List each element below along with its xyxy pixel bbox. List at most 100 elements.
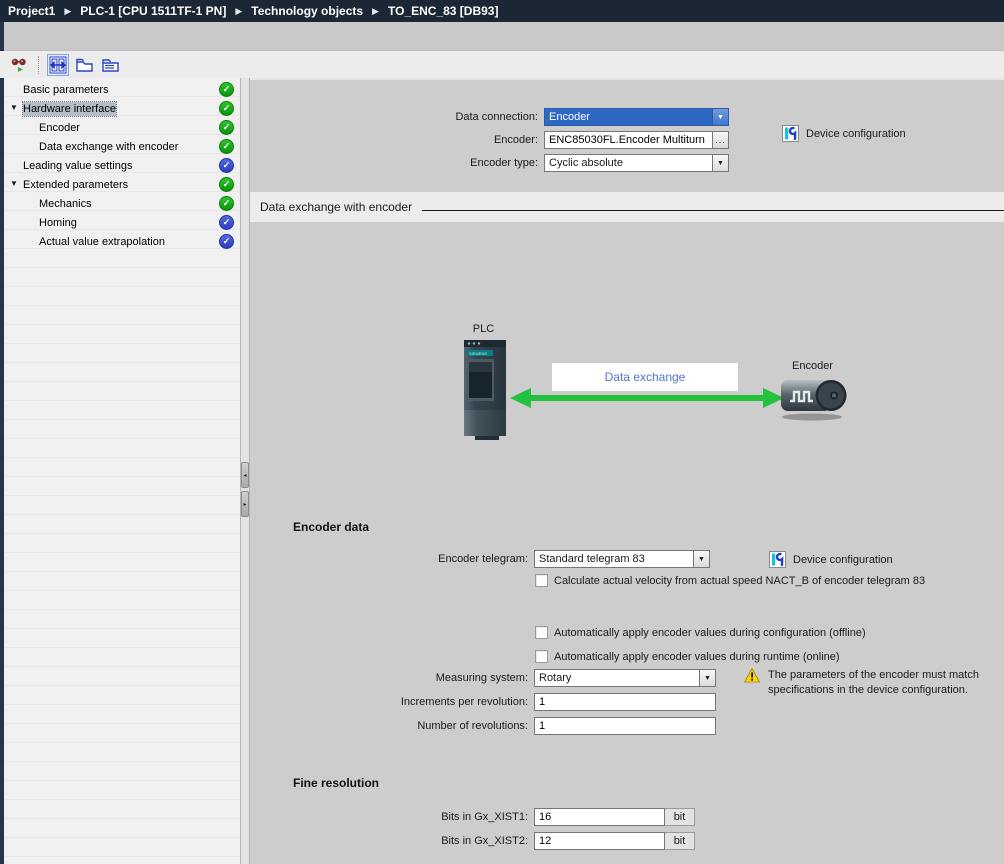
tree-item-label: Extended parameters bbox=[4, 179, 128, 191]
open-all-folders-icon[interactable] bbox=[73, 54, 95, 76]
status-ok-icon: ✓ bbox=[219, 82, 234, 97]
encoder-telegram-select[interactable]: Standard telegram 83 ▼ bbox=[534, 550, 710, 568]
tia-portal-window: Project1 ▶ PLC-1 [CPU 1511TF-1 PN] ▶ Tec… bbox=[0, 0, 1004, 864]
revolutions-field[interactable] bbox=[534, 717, 716, 735]
parameter-navigation-tree: Basic parameters ✓ ▼ Hardware interface … bbox=[4, 78, 240, 864]
function-view-goggles-icon[interactable] bbox=[8, 54, 30, 76]
revolutions-label: Number of revolutions: bbox=[250, 720, 534, 732]
tree-item-actual-value-extrapolation[interactable]: Actual value extrapolation ✓ bbox=[4, 232, 240, 251]
bits-xist1-field[interactable] bbox=[534, 808, 665, 826]
warning-icon bbox=[744, 668, 760, 683]
encoder-caption: Encoder bbox=[775, 360, 850, 372]
apply-offline-checkbox-row: Automatically apply encoder values durin… bbox=[535, 626, 866, 639]
tree-item-encoder[interactable]: Encoder ✓ bbox=[4, 118, 240, 137]
breadcrumb-project[interactable]: Project1 bbox=[8, 4, 55, 18]
svg-text:SIEMENS: SIEMENS bbox=[469, 351, 487, 356]
encoder-warning: The parameters of the encoder must match… bbox=[744, 668, 1004, 698]
breadcrumb-to-enc[interactable]: TO_ENC_83 [DB93] bbox=[388, 4, 498, 18]
toolbar-separator bbox=[38, 56, 39, 74]
pane-splitter[interactable]: ◂ ▸ bbox=[240, 78, 250, 864]
bits-xist1-unit: bit bbox=[665, 808, 695, 826]
split-editor-icon[interactable] bbox=[47, 54, 69, 76]
tree-item-homing[interactable]: Homing ✓ bbox=[4, 213, 240, 232]
tree-item-extended-parameters[interactable]: ▼ Extended parameters ✓ bbox=[4, 175, 240, 194]
bits-xist2-unit: bit bbox=[665, 832, 695, 850]
calc-velocity-label: Calculate actual velocity from actual sp… bbox=[554, 575, 925, 587]
bits-xist2-label: Bits in Gx_XIST2: bbox=[250, 835, 534, 847]
apply-offline-label: Automatically apply encoder values durin… bbox=[554, 627, 866, 639]
tree-item-label: Actual value extrapolation bbox=[4, 236, 165, 248]
device-configuration-icon bbox=[782, 125, 799, 142]
encoder-type-label: Encoder type: bbox=[250, 157, 544, 169]
tree-item-label: Encoder bbox=[4, 122, 80, 134]
splitter-collapse-right-handle[interactable]: ▸ bbox=[241, 491, 249, 517]
tree-item-label: Basic parameters bbox=[4, 84, 109, 96]
increments-field[interactable] bbox=[534, 693, 716, 711]
breadcrumb-separator-icon: ▶ bbox=[235, 5, 242, 17]
encoder-field[interactable] bbox=[544, 131, 713, 149]
device-configuration-link-2[interactable]: Device configuration bbox=[769, 551, 893, 568]
status-info-icon: ✓ bbox=[219, 158, 234, 173]
apply-online-checkbox[interactable] bbox=[535, 650, 548, 663]
chevron-left-icon: ◂ bbox=[243, 472, 246, 479]
data-connection-label: Data connection: bbox=[250, 111, 544, 123]
breadcrumb-separator-icon: ▶ bbox=[372, 5, 379, 17]
measuring-system-select[interactable]: Rotary ▼ bbox=[534, 669, 716, 687]
breadcrumb-technology-objects[interactable]: Technology objects bbox=[251, 4, 363, 18]
encoder-label: Encoder: bbox=[250, 134, 544, 146]
plc-illustration: SIEMENS bbox=[455, 339, 513, 441]
browse-button[interactable]: ... bbox=[713, 131, 729, 149]
status-ok-icon: ✓ bbox=[219, 101, 234, 116]
calc-velocity-checkbox-row: Calculate actual velocity from actual sp… bbox=[535, 574, 925, 587]
chevron-down-icon[interactable]: ▼ bbox=[712, 109, 728, 125]
calc-velocity-checkbox[interactable] bbox=[535, 574, 548, 587]
section-title: Data exchange with encoder bbox=[260, 200, 412, 214]
encoder-telegram-label: Encoder telegram: bbox=[250, 553, 534, 565]
data-exchange-content: PLC SIEMENS bbox=[250, 222, 1004, 864]
chevron-down-icon[interactable]: ▼ bbox=[712, 155, 728, 171]
tree-item-label: Mechanics bbox=[4, 198, 92, 210]
section-rule bbox=[422, 210, 1004, 211]
tree-item-basic-parameters[interactable]: Basic parameters ✓ bbox=[4, 80, 240, 99]
encoder-illustration bbox=[778, 374, 848, 422]
status-ok-icon: ✓ bbox=[219, 177, 234, 192]
expander-down-icon[interactable]: ▼ bbox=[10, 103, 21, 112]
chevron-down-icon[interactable]: ▼ bbox=[693, 551, 709, 567]
encoder-telegram-value: Standard telegram 83 bbox=[535, 551, 693, 567]
tree-item-data-exchange-with-encoder[interactable]: Data exchange with encoder ✓ bbox=[4, 137, 240, 156]
breadcrumb-separator-icon: ▶ bbox=[64, 5, 71, 17]
breadcrumb: Project1 ▶ PLC-1 [CPU 1511TF-1 PN] ▶ Tec… bbox=[0, 0, 1004, 22]
splitter-collapse-left-handle[interactable]: ◂ bbox=[241, 462, 249, 488]
bits-xist1-label: Bits in Gx_XIST1: bbox=[250, 811, 534, 823]
toolbar-spacer-band bbox=[0, 22, 1004, 51]
measuring-system-value: Rotary bbox=[535, 670, 699, 686]
status-ok-icon: ✓ bbox=[219, 139, 234, 154]
status-ok-icon: ✓ bbox=[219, 196, 234, 211]
tree-item-hardware-interface[interactable]: ▼ Hardware interface ✓ bbox=[4, 99, 240, 118]
expander-down-icon[interactable]: ▼ bbox=[10, 179, 21, 188]
device-configuration-label: Device configuration bbox=[806, 128, 906, 140]
apply-online-checkbox-row: Automatically apply encoder values durin… bbox=[535, 650, 840, 663]
chevron-right-icon: ▸ bbox=[243, 501, 246, 508]
section-header-band: Data exchange with encoder bbox=[250, 192, 1004, 222]
apply-offline-checkbox[interactable] bbox=[535, 626, 548, 639]
status-ok-icon: ✓ bbox=[219, 120, 234, 135]
tree-item-leading-value-settings[interactable]: Leading value settings ✓ bbox=[4, 156, 240, 175]
encoder-data-heading: Encoder data bbox=[293, 520, 369, 534]
parameter-editor: Data connection: Encoder ▼ Encoder: ... … bbox=[250, 78, 1004, 864]
editor-toolbar bbox=[0, 51, 1004, 78]
tree-item-label: Leading value settings bbox=[4, 160, 132, 172]
encoder-type-value: Cyclic absolute bbox=[545, 155, 712, 171]
measuring-system-label: Measuring system: bbox=[250, 672, 534, 684]
data-connection-select[interactable]: Encoder ▼ bbox=[544, 108, 729, 126]
tree-item-mechanics[interactable]: Mechanics ✓ bbox=[4, 194, 240, 213]
close-all-folders-icon[interactable] bbox=[99, 54, 121, 76]
breadcrumb-plc[interactable]: PLC-1 [CPU 1511TF-1 PN] bbox=[80, 4, 226, 18]
device-configuration-link[interactable]: Device configuration bbox=[782, 125, 906, 142]
chevron-down-icon[interactable]: ▼ bbox=[699, 670, 715, 686]
device-configuration-icon bbox=[769, 551, 786, 568]
encoder-type-select[interactable]: Cyclic absolute ▼ bbox=[544, 154, 729, 172]
bits-xist2-field[interactable] bbox=[534, 832, 665, 850]
status-info-icon: ✓ bbox=[219, 234, 234, 249]
apply-online-label: Automatically apply encoder values durin… bbox=[554, 651, 840, 663]
